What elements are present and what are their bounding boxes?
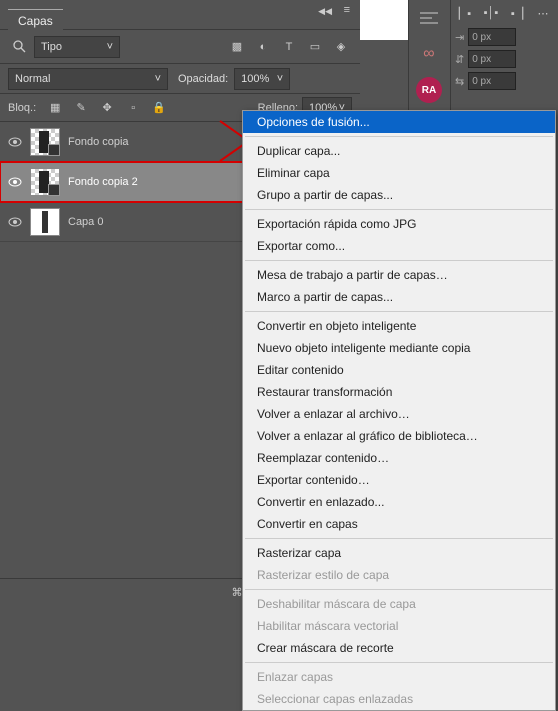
visibility-icon[interactable] (8, 135, 22, 149)
align-icon[interactable] (409, 0, 449, 36)
canvas-area (360, 0, 410, 40)
spacing-v-icon: ⇵ (455, 53, 464, 66)
opacity-value: 100% (241, 73, 269, 85)
menu-item[interactable]: Nuevo objeto inteligente mediante copia (243, 337, 555, 359)
chevron-down-icon: ˅ (277, 73, 283, 85)
filter-type-dropdown[interactable]: Tipo ˅ (34, 36, 120, 58)
menu-item: Deshabilitar máscara de capa (243, 593, 555, 615)
menu-item[interactable]: Convertir en enlazado... (243, 491, 555, 513)
layer-context-menu: Opciones de fusión... Duplicar capa...Eli… (242, 110, 556, 711)
menu-item[interactable]: Opciones de fusión... (243, 111, 555, 133)
spacing-input[interactable] (468, 50, 516, 68)
align-center-icon[interactable]: ▪│▪ (481, 4, 501, 22)
filter-text-icon[interactable]: T (278, 36, 300, 58)
menu-item: Rasterizar estilo de capa (243, 564, 555, 586)
ra-badge[interactable]: RA (409, 72, 449, 108)
menu-separator (245, 662, 553, 663)
align-right-icon[interactable]: ▪▕ (507, 4, 527, 22)
spacing-icon: ⇆ (455, 75, 464, 88)
collapse-icon[interactable]: ◀◀ (318, 6, 332, 17)
menu-separator (245, 260, 553, 261)
panel-tab-layers[interactable]: Capas (8, 9, 63, 32)
layer-thumbnail[interactable] (30, 168, 60, 196)
filter-adjust-icon[interactable]: ◐ (252, 36, 274, 58)
blend-mode-value: Normal (15, 73, 50, 85)
menu-item[interactable]: Exportación rápida como JPG (243, 213, 555, 235)
menu-separator (245, 136, 553, 137)
menu-item[interactable]: Grupo a partir de capas... (243, 184, 555, 206)
layer-name: Fondo copia 2 (68, 176, 138, 188)
layer-thumbnail[interactable] (30, 208, 60, 236)
layer-name: Capa 0 (68, 216, 103, 228)
spacing-row: ⇆ (455, 72, 554, 90)
menu-item: Habilitar máscara vectorial (243, 615, 555, 637)
layer-thumbnail[interactable] (30, 128, 60, 156)
menu-item[interactable]: Volver a enlazar al gráfico de bibliotec… (243, 425, 555, 447)
menu-item[interactable]: Marco a partir de capas... (243, 286, 555, 308)
opacity-label: Opacidad: (178, 73, 228, 85)
spacing-input[interactable] (468, 28, 516, 46)
menu-item: Seleccionar capas enlazadas (243, 688, 555, 710)
menu-item[interactable]: Convertir en objeto inteligente (243, 315, 555, 337)
filter-toolbar: Tipo ˅ ▩ ◐ T ▭ ◈ (0, 30, 360, 64)
visibility-icon[interactable] (8, 175, 22, 189)
chevron-down-icon: ˅ (107, 41, 113, 53)
menu-item[interactable]: Restaurar transformación (243, 381, 555, 403)
lock-brush-icon[interactable]: ✎ (70, 97, 92, 119)
menu-item: Enlazar capas (243, 666, 555, 688)
chevron-down-icon: ˅ (155, 73, 161, 85)
menu-separator (245, 589, 553, 590)
menu-item[interactable]: Exportar contenido… (243, 469, 555, 491)
opacity-dropdown[interactable]: 100% ˅ (234, 68, 290, 90)
layer-name: Fondo copia (68, 136, 129, 148)
menu-separator (245, 538, 553, 539)
filter-type-label: Tipo (41, 41, 62, 53)
visibility-icon[interactable] (8, 215, 22, 229)
spacing-h-icon: ⇥ (455, 31, 464, 44)
spacing-row: ⇥ (455, 28, 554, 46)
menu-item[interactable]: Duplicar capa... (243, 140, 555, 162)
infinity-icon[interactable]: ∞ (409, 36, 449, 72)
menu-item[interactable]: Crear máscara de recorte (243, 637, 555, 659)
lock-label: Bloq.: (8, 102, 36, 114)
menu-item[interactable]: Volver a enlazar al archivo… (243, 403, 555, 425)
menu-item[interactable]: Editar contenido (243, 359, 555, 381)
menu-item[interactable]: Convertir en capas (243, 513, 555, 535)
filter-shape-icon[interactable]: ▭ (304, 36, 326, 58)
menu-item[interactable]: Mesa de trabajo a partir de capas… (243, 264, 555, 286)
menu-item[interactable]: Eliminar capa (243, 162, 555, 184)
lock-position-icon[interactable]: ✥ (96, 97, 118, 119)
align-left-icon[interactable]: ▏▪ (455, 4, 475, 22)
panel-header: Capas ◀◀ ≡ (0, 0, 360, 30)
menu-item[interactable]: Reemplazar contenido… (243, 447, 555, 469)
lock-artboard-icon[interactable]: ▫ (122, 97, 144, 119)
blend-toolbar: Normal ˅ Opacidad: 100% ˅ (0, 64, 360, 94)
menu-separator (245, 311, 553, 312)
blend-mode-dropdown[interactable]: Normal ˅ (8, 68, 168, 90)
lock-all-icon[interactable]: 🔒 (148, 97, 170, 119)
spacing-row: ⇵ (455, 50, 554, 68)
menu-item[interactable]: Exportar como... (243, 235, 555, 257)
menu-separator (245, 209, 553, 210)
panel-menu-icon[interactable]: ≡ (344, 4, 350, 16)
search-icon[interactable] (8, 36, 30, 58)
menu-item[interactable]: Rasterizar capa (243, 542, 555, 564)
filter-pixel-icon[interactable]: ▩ (226, 36, 248, 58)
spacing-input[interactable] (468, 72, 516, 90)
filter-smart-icon[interactable]: ◈ (330, 36, 352, 58)
lock-transparent-icon[interactable]: ▦ (44, 97, 66, 119)
more-icon[interactable]: ⋯ (533, 4, 553, 22)
